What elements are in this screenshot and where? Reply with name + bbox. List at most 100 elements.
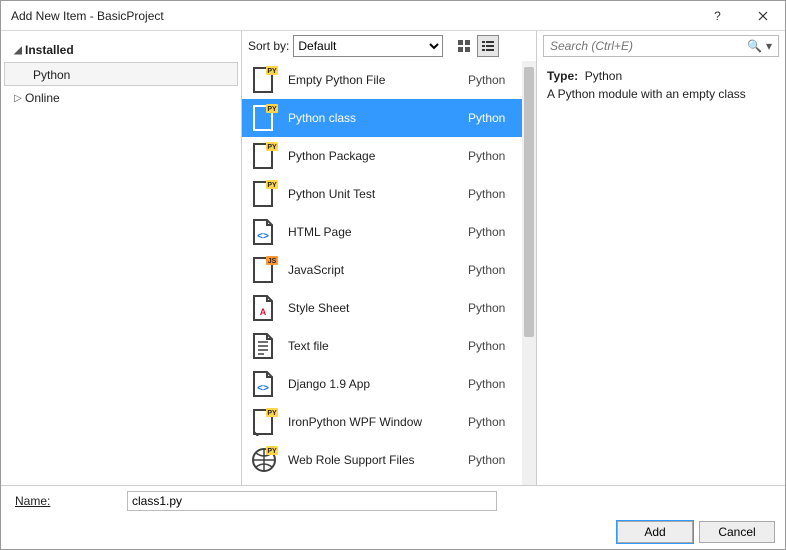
template-label: Text file (288, 339, 468, 353)
file-icon: PY (250, 180, 278, 208)
template-category: Python (468, 111, 522, 125)
template-row[interactable]: PYPython PackagePython (242, 137, 522, 175)
preview-type-value: Python (585, 69, 622, 83)
template-icon: PY (250, 446, 278, 474)
template-icon: PY (250, 142, 278, 170)
template-category: Python (468, 377, 522, 391)
add-button[interactable]: Add (617, 521, 693, 543)
file-icon: PY (250, 66, 278, 94)
svg-text:PY: PY (267, 68, 277, 75)
sort-label: Sort by: (248, 39, 289, 53)
template-icon: <> (250, 370, 278, 398)
template-row[interactable]: <>HTML PagePython (242, 213, 522, 251)
preview-description: A Python module with an empty class (547, 85, 775, 103)
search-box[interactable]: 🔍 ▾ (543, 35, 779, 57)
view-list-button[interactable] (477, 35, 499, 57)
name-input[interactable] (127, 491, 497, 511)
svg-text:PY: PY (267, 410, 277, 417)
file-icon: <> (250, 370, 278, 398)
tree-online[interactable]: ▷ Online (1, 87, 241, 109)
template-row[interactable]: PY Empty Python FilePython (242, 61, 522, 99)
name-label: Name: (1, 494, 127, 508)
help-button[interactable]: ? (695, 1, 740, 31)
template-icon: PY (250, 104, 278, 132)
tree-python[interactable]: Python (4, 62, 238, 86)
svg-text:PY: PY (267, 182, 277, 189)
file-icon: PY (250, 446, 278, 474)
file-icon: JS (250, 256, 278, 284)
footer: Add Cancel (1, 515, 785, 549)
search-input[interactable] (548, 38, 745, 54)
sort-bar: Sort by: Default (242, 31, 536, 61)
sort-select[interactable]: Default (293, 35, 443, 57)
search-icon[interactable]: 🔍 (745, 39, 764, 53)
file-icon: A (250, 294, 278, 322)
preview-type-label: Type: (547, 69, 578, 83)
template-label: Style Sheet (288, 301, 468, 315)
template-category: Python (468, 453, 522, 467)
template-category: Python (468, 187, 522, 201)
view-icons-button[interactable] (453, 35, 475, 57)
template-label: HTML Page (288, 225, 468, 239)
template-label: Web Role Support Files (288, 453, 468, 467)
window-title: Add New Item - BasicProject (11, 9, 695, 23)
search-row: 🔍 ▾ (537, 31, 785, 61)
search-dropdown-icon[interactable]: ▾ (764, 39, 774, 53)
svg-text:PY: PY (267, 106, 277, 113)
grid-icon (457, 39, 471, 53)
template-icon: <> (250, 218, 278, 246)
template-row[interactable]: PY IronPython WPF WindowPython (242, 403, 522, 441)
tree-python-label: Python (33, 68, 70, 82)
template-list: PYEmpty Python FilePythonPYPython classP… (242, 61, 522, 485)
template-icon: JS (250, 256, 278, 284)
template-label: Empty Python File (288, 73, 468, 87)
template-icon: PY (250, 180, 278, 208)
name-bar: Name: (1, 485, 785, 515)
center-pane: Sort by: Default PYEmpty Python FilePyth… (242, 31, 537, 485)
template-icon: A (250, 294, 278, 322)
scrollbar-thumb[interactable] (524, 67, 534, 337)
file-icon: PY (250, 104, 278, 132)
template-label: JavaScript (288, 263, 468, 277)
view-toggle (451, 35, 499, 57)
title-bar: Add New Item - BasicProject ? (1, 1, 785, 31)
tree-installed[interactable]: ◢ Installed (1, 39, 241, 61)
template-icon: PY (250, 408, 278, 436)
tree-online-label: Online (25, 91, 60, 105)
template-row[interactable]: Text filePython (242, 327, 522, 365)
cancel-button[interactable]: Cancel (699, 521, 775, 543)
template-label: IronPython WPF Window (288, 415, 468, 429)
svg-text:JS: JS (268, 258, 277, 265)
right-pane: 🔍 ▾ Type: Python A Python module with an… (537, 31, 785, 485)
scrollbar[interactable] (522, 61, 536, 485)
svg-text:A: A (260, 307, 267, 317)
expand-icon: ▷ (11, 93, 25, 104)
list-icon (481, 39, 495, 53)
template-category: Python (468, 263, 522, 277)
template-list-wrap: PYEmpty Python FilePythonPYPython classP… (242, 61, 536, 485)
close-icon (758, 11, 768, 21)
close-button[interactable] (740, 1, 785, 31)
template-label: Python class (288, 111, 468, 125)
file-icon: <> (250, 218, 278, 246)
template-category: Python (468, 415, 522, 429)
template-category: Python (468, 339, 522, 353)
svg-text:<>: <> (257, 383, 269, 394)
template-row[interactable]: PY Python Unit TestPython (242, 175, 522, 213)
template-label: Python Unit Test (288, 187, 468, 201)
template-row[interactable]: AStyle SheetPython (242, 289, 522, 327)
content: ◢ Installed Python ▷ Online Sort by: Def… (1, 31, 785, 485)
template-row[interactable]: PY Python classPython (242, 99, 522, 137)
tree-installed-label: Installed (25, 43, 74, 57)
template-row[interactable]: JS JavaScriptPython (242, 251, 522, 289)
svg-text:PY: PY (267, 448, 277, 455)
svg-text:PY: PY (267, 144, 277, 151)
file-icon: PY (250, 142, 278, 170)
collapse-icon: ◢ (11, 45, 25, 56)
file-icon: PY (250, 408, 278, 436)
preview-type-row: Type: Python (547, 67, 775, 85)
template-category: Python (468, 73, 522, 87)
template-row[interactable]: <>Django 1.9 AppPython (242, 365, 522, 403)
preview-pane: Type: Python A Python module with an emp… (537, 61, 785, 109)
template-row[interactable]: PY Web Role Support FilesPython (242, 441, 522, 479)
